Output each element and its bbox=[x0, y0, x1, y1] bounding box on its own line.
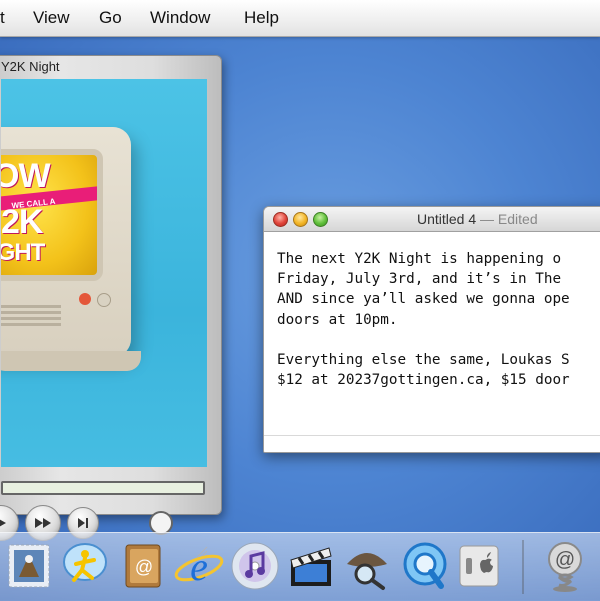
text-line: Friday, July 3rd, and it’s in The bbox=[277, 271, 570, 288]
text-line: The next Y2K Night is happening o bbox=[277, 251, 562, 267]
skip-end-icon bbox=[78, 518, 88, 528]
quicktime-q-icon bbox=[403, 542, 447, 589]
tv-vent bbox=[1, 311, 61, 314]
dock-item-itunes[interactable] bbox=[228, 538, 282, 594]
dock-item-system-preferences[interactable] bbox=[452, 538, 506, 594]
window-title: Untitled 4 — Edited bbox=[417, 211, 538, 227]
tv-vent bbox=[1, 323, 61, 326]
text-line bbox=[277, 330, 600, 350]
fast-forward-icon bbox=[35, 518, 51, 528]
tv-vent bbox=[1, 317, 61, 320]
retro-tv-image: OW WE CALL A 2K IGHT bbox=[1, 127, 131, 357]
quicktime-title: Y2K Night bbox=[1, 59, 60, 74]
textedit-bottom-edge bbox=[264, 435, 600, 452]
aim-running-man-icon bbox=[63, 543, 107, 582]
dock-item-mail[interactable] bbox=[2, 538, 56, 594]
eagle-stamp-icon bbox=[8, 544, 50, 588]
document-name: Untitled 4 bbox=[417, 211, 477, 227]
address-book-icon: @ bbox=[125, 544, 161, 588]
tv-stand bbox=[1, 351, 141, 371]
tv-knob bbox=[97, 293, 111, 307]
menu-bar: t View Go Window Help bbox=[0, 0, 600, 37]
close-button[interactable] bbox=[273, 212, 288, 227]
dock-item-quicktime[interactable] bbox=[398, 538, 452, 594]
svg-text:@: @ bbox=[135, 557, 153, 577]
dock-item-internet-explorer[interactable]: e bbox=[172, 538, 226, 594]
minimize-button[interactable] bbox=[293, 212, 308, 227]
cd-music-note-icon bbox=[231, 542, 279, 590]
clapperboard-icon bbox=[290, 547, 332, 586]
textedit-titlebar[interactable]: Untitled 4 — Edited bbox=[264, 207, 600, 232]
ie-e-icon: e bbox=[174, 544, 224, 589]
tv-screen: OW WE CALL A 2K IGHT bbox=[1, 149, 103, 281]
detective-hat-magnifier-icon bbox=[347, 553, 387, 590]
video-frame[interactable]: OW WE CALL A 2K IGHT bbox=[1, 79, 207, 467]
dock-separator bbox=[522, 540, 524, 594]
menu-window[interactable]: Window bbox=[150, 8, 210, 28]
document-text-area[interactable]: The next Y2K Night is happening o Friday,… bbox=[277, 249, 600, 390]
dock-item-sherlock[interactable] bbox=[340, 538, 394, 594]
menu-view[interactable]: View bbox=[33, 8, 70, 28]
tv-red-knob bbox=[79, 293, 91, 305]
text-line: $12 at 20237gottingen.ca, $15 door bbox=[277, 372, 570, 389]
menu-go[interactable]: Go bbox=[99, 8, 122, 28]
play-icon bbox=[0, 519, 6, 527]
tv-text-line3: IGHT bbox=[1, 239, 45, 266]
at-sign-spring-icon: @ bbox=[548, 542, 582, 592]
edited-status: — Edited bbox=[480, 211, 538, 227]
dock-item-ichat[interactable] bbox=[58, 538, 112, 594]
zoom-button[interactable] bbox=[313, 212, 328, 227]
menu-help[interactable]: Help bbox=[244, 8, 279, 28]
quicktime-window[interactable]: Y2K Night OW WE CALL A 2K IGHT bbox=[0, 55, 222, 558]
light-switch-apple-icon bbox=[459, 545, 499, 587]
playback-scrubber[interactable] bbox=[1, 481, 205, 495]
svg-text:@: @ bbox=[555, 549, 575, 571]
dock-item-address-book[interactable]: @ bbox=[116, 538, 170, 594]
menu-edit[interactable]: t bbox=[0, 8, 5, 28]
tv-text-line1: OW bbox=[1, 157, 51, 195]
svg-text:e: e bbox=[190, 544, 208, 589]
tv-text-line2: 2K bbox=[1, 203, 43, 241]
text-line: doors at 10pm. bbox=[277, 311, 398, 328]
text-line: AND since ya’ll asked we gonna ope bbox=[277, 291, 570, 308]
text-line: Everything else the same, Loukas S bbox=[277, 352, 570, 368]
dock-item-imovie[interactable] bbox=[284, 538, 338, 594]
tv-vent bbox=[1, 305, 61, 308]
dock-item-internet-connect[interactable]: @ bbox=[538, 538, 592, 594]
textedit-window[interactable]: Untitled 4 — Edited The next Y2K Night i… bbox=[263, 206, 600, 453]
